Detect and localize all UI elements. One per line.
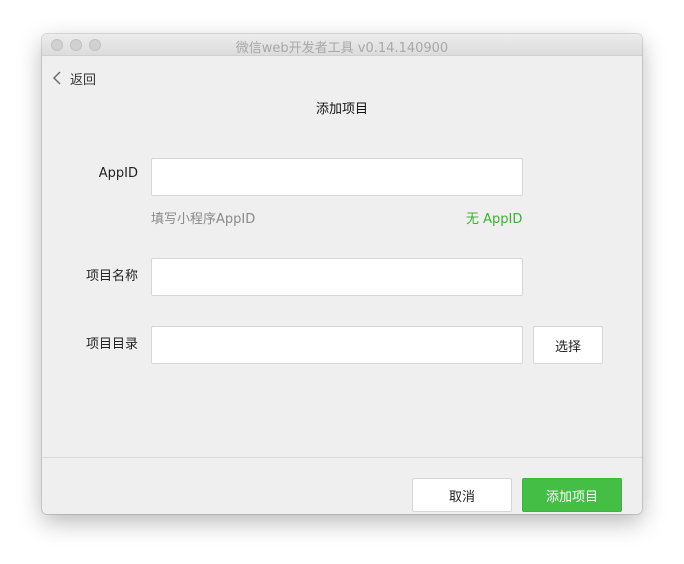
appid-input[interactable] [151, 158, 523, 196]
window-title: 微信web开发者工具 v0.14.140900 [235, 41, 449, 56]
title-bar[interactable]: 微信web开发者工具 v0.14.140900 [42, 34, 642, 56]
choose-directory-button[interactable]: 选择 [533, 326, 603, 364]
appid-hint: 填写小程序AppID [151, 212, 256, 227]
cancel-button[interactable]: 取消 [412, 478, 512, 512]
add-project-button[interactable]: 添加项目 [522, 478, 622, 512]
app-window: 微信web开发者工具 v0.14.140900 返回 添加项目 AppID 填写… [42, 34, 642, 514]
project-name-input[interactable] [151, 258, 523, 296]
back-label: 返回 [70, 72, 97, 88]
appid-label: AppID [98, 166, 138, 181]
no-appid-link[interactable]: 无 AppID [466, 208, 522, 227]
chevron-left-icon [50, 68, 64, 88]
project-name-label: 项目名称 [85, 269, 138, 284]
page-title: 添加项目 [315, 102, 368, 117]
project-dir-label: 项目目录 [85, 337, 138, 352]
back-button[interactable]: 返回 [50, 68, 96, 88]
project-dir-input[interactable] [151, 326, 523, 364]
footer-divider [42, 457, 642, 458]
